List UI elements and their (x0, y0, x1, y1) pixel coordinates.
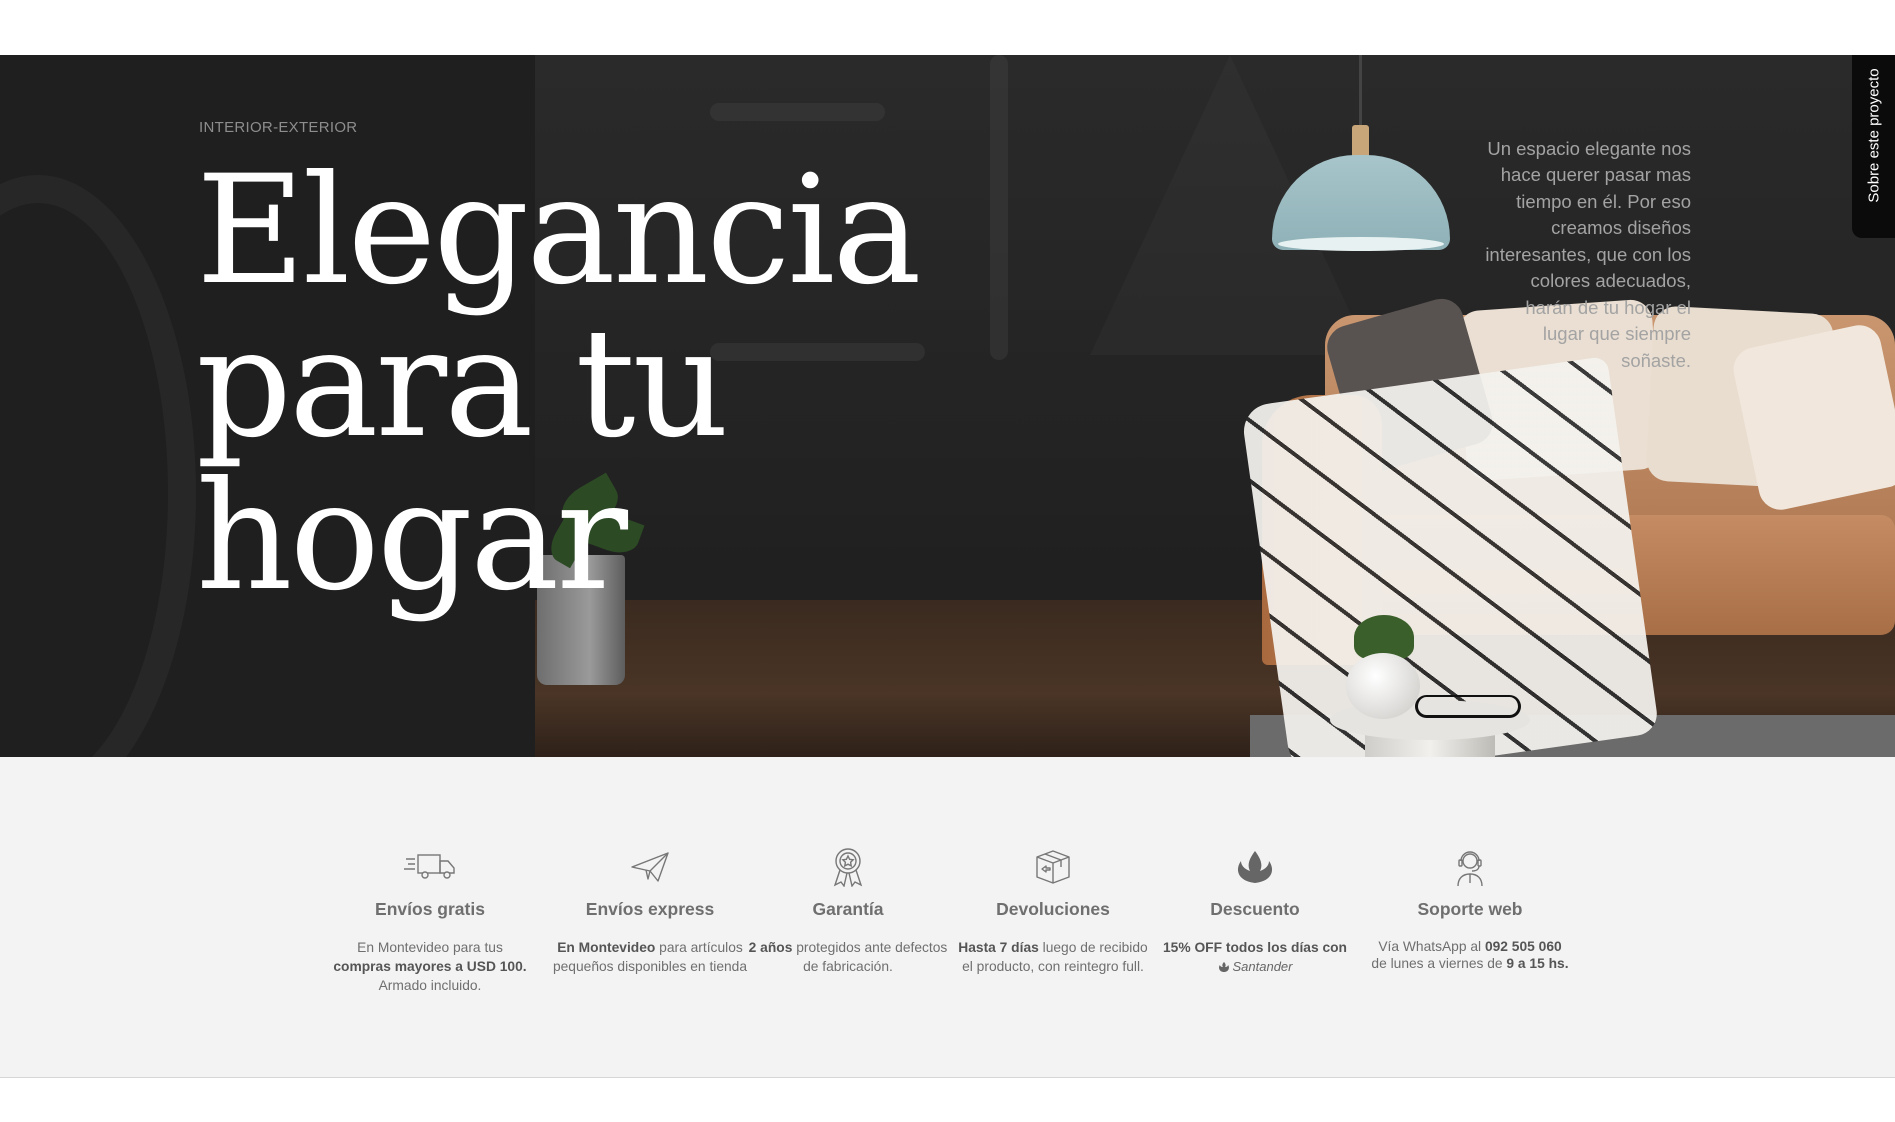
feature-description: En Montevideo para tus compras mayores a… (330, 938, 530, 995)
feature-description: 2 años protegidos ante defectos de fabri… (748, 938, 948, 976)
desc-text: de lunes a viernes de (1371, 956, 1507, 971)
feature-title: Soporte web (1417, 899, 1523, 919)
headline-line: hogar (196, 450, 628, 624)
decorative-line (990, 55, 1008, 360)
desc-text: En Montevideo para tus (357, 940, 503, 955)
feature-warranty: Garantía 2 años protegidos ante defectos… (748, 847, 948, 976)
feature-title: Envíos express (585, 899, 715, 919)
vase (1346, 653, 1420, 719)
feature-discount: Descuento 15% OFF todos los días con San… (1155, 847, 1355, 978)
award-ribbon-icon (833, 848, 863, 887)
desc-bold: 092 505 060 (1484, 939, 1562, 954)
desc-text: Vía WhatsApp al (1378, 939, 1485, 954)
lamp-light (1278, 237, 1444, 251)
feature-description: 15% OFF todos los días con Santander (1155, 938, 1355, 978)
features-bar: Envíos gratis En Montevideo para tus com… (0, 757, 1895, 1078)
box-return-icon (1036, 850, 1070, 884)
desc-bold: 15% OFF todos los días con (1163, 940, 1347, 955)
eyeglasses (1415, 695, 1521, 718)
feature-description: En Montevideo para artículos pequeños di… (550, 938, 750, 976)
feature-description: Vía WhatsApp al 092 505 060 de lunes a v… (1370, 938, 1570, 972)
headset-agent-icon (1457, 851, 1483, 887)
section-tag: INTERIOR-EXTERIOR (199, 119, 358, 136)
headline-line: para tu (196, 297, 729, 471)
about-project-tab-label: Sobre este proyecto (1865, 68, 1883, 203)
bank-name: Santander (1232, 959, 1293, 974)
paper-plane-icon (631, 852, 669, 882)
desc-bold: 2 años (748, 940, 793, 955)
flame-logo-icon (1237, 851, 1273, 883)
feature-web-support: Soporte web Vía WhatsApp al 092 505 060 … (1370, 847, 1570, 972)
hero-description: Un espacio elegante nos hace querer pasa… (1485, 137, 1691, 371)
feature-title: Devoluciones (996, 899, 1110, 919)
desc-text: protegidos ante defectos de fabricación. (792, 940, 948, 974)
feature-title: Garantía (812, 899, 884, 919)
desc-text: Armado incluido. (378, 978, 482, 993)
about-project-tab[interactable]: Sobre este proyecto (1852, 55, 1895, 238)
headline-line: Elegancia (196, 144, 922, 318)
feature-description: Hasta 7 días luego de recibido el produc… (953, 938, 1153, 976)
santander-logo: Santander (1218, 957, 1293, 976)
lamp-cord (1359, 55, 1362, 130)
desc-bold: Hasta 7 días (958, 940, 1039, 955)
feature-returns: Devoluciones Hasta 7 días luego de recib… (953, 847, 1153, 976)
feature-title: Descuento (1210, 899, 1300, 919)
truck-icon (404, 854, 455, 879)
desc-bold: En Montevideo (557, 940, 656, 955)
hero-section: INTERIOR-EXTERIOR Elegancia para tu hoga… (0, 55, 1895, 757)
feature-title: Envíos gratis (375, 899, 485, 919)
desc-bold: 9 a 15 hs. (1506, 956, 1569, 971)
hero-headline: Elegancia para tu hogar (196, 144, 922, 624)
feature-free-shipping: Envíos gratis En Montevideo para tus com… (330, 847, 530, 995)
desc-bold: compras mayores a USD 100. (333, 959, 527, 974)
top-bar (0, 0, 1895, 55)
decorative-line (710, 103, 885, 121)
santander-flame-icon (1218, 961, 1229, 972)
feature-express-shipping: Envíos express En Montevideo para artícu… (550, 847, 750, 976)
